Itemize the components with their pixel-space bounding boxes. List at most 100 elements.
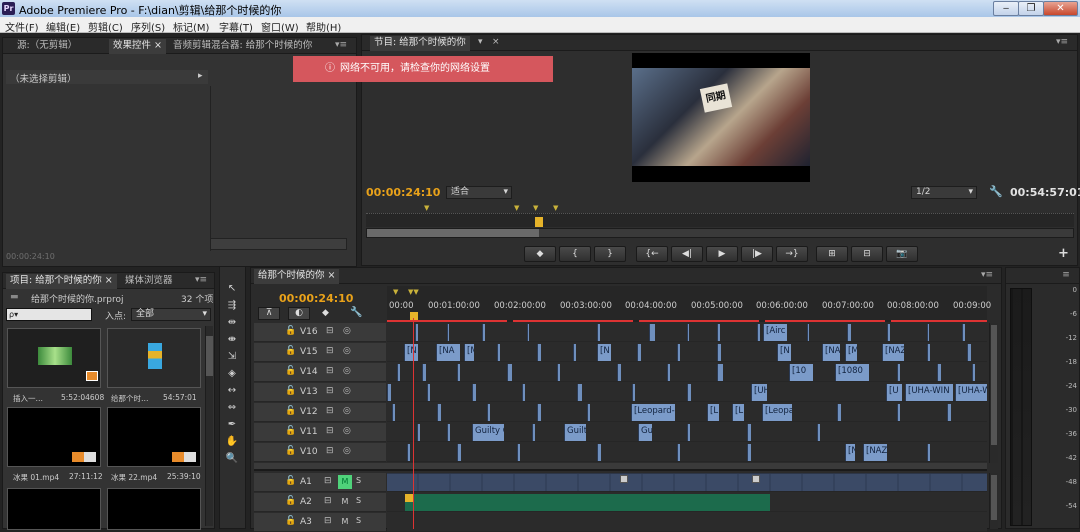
track-header-v10[interactable]: 🔓 V10 ⊟ ◎ [254,443,386,462]
sync-icon[interactable]: ⊟ [326,386,334,396]
eye-icon[interactable]: ◎ [343,386,351,396]
lock-icon[interactable]: 🔓 [285,516,296,526]
sync-icon[interactable]: ⊟ [326,426,334,436]
marker-icon[interactable]: ▼ [553,204,558,212]
menu-marker[interactable]: 标记(M) [173,19,209,34]
clip[interactable]: [10 [789,364,813,381]
extract-button[interactable]: ⊟ [851,246,883,262]
track-header-a3[interactable]: 🔓 A3 ⊟ M S [254,513,386,532]
project-scrollbar[interactable] [205,326,213,526]
marker-icon[interactable]: ▼ [514,204,519,212]
selection-tool-icon[interactable]: ↖ [224,281,240,296]
sync-icon[interactable]: ⊟ [326,326,334,336]
project-item-thumb[interactable] [107,488,201,530]
track-lane-a1[interactable] [387,473,987,492]
go-to-out-button[interactable]: →} [776,246,808,262]
clip[interactable]: [Leopard- [631,404,675,421]
razor-tool-icon[interactable]: ◈ [224,366,240,381]
sync-icon[interactable]: ⊟ [324,496,332,506]
menu-clip[interactable]: 剪辑(C) [88,19,123,34]
eye-icon[interactable]: ◎ [343,446,351,456]
project-menu-icon[interactable]: ▾≡ [193,275,209,286]
close-window-button[interactable]: ✕ [1043,1,1078,16]
timeline-settings-wrench-icon[interactable]: 🔧 [350,307,362,318]
program-zoom-bar[interactable] [366,228,1074,238]
lock-icon[interactable]: 🔓 [285,406,296,416]
sync-icon[interactable]: ⊟ [326,406,334,416]
project-item-thumb[interactable] [7,328,101,388]
sync-icon[interactable]: ⊟ [324,476,332,486]
track-header-v12[interactable]: 🔓 V12 ⊟ ◎ [254,403,386,422]
menu-window[interactable]: 窗口(W) [261,19,299,34]
rate-stretch-tool-icon[interactable]: ⇲ [224,349,240,364]
clip[interactable]: Gu [638,424,652,441]
track-divider[interactable] [254,463,987,471]
marker-icon[interactable]: ▼ [533,204,538,212]
pen-tool-icon[interactable]: ✒ [224,417,240,432]
sync-icon[interactable]: ⊟ [324,516,332,526]
menu-sequence[interactable]: 序列(S) [131,19,165,34]
clip[interactable]: Guilt [564,424,586,441]
mute-toggle[interactable]: M [338,495,352,509]
hand-tool-icon[interactable]: ✋ [224,434,240,449]
lock-icon[interactable]: 🔓 [285,326,296,336]
eye-icon[interactable]: ◎ [343,346,351,356]
export-frame-button[interactable]: 📷 [886,246,918,262]
quality-select[interactable]: 1/2 ▾ [911,186,977,199]
add-button[interactable]: + [1058,246,1069,261]
linked-selection-icon[interactable]: ◐ [288,307,310,320]
add-marker-button[interactable]: ◆ [524,246,556,262]
lock-icon[interactable]: 🔓 [285,476,296,486]
project-item-thumb[interactable] [7,488,101,530]
program-close-icon[interactable]: × [492,37,500,47]
track-select-tool-icon[interactable]: ⇶ [224,298,240,313]
clip[interactable]: [UHA-WIN [905,384,953,401]
tab-audio-clip-mixer[interactable]: 音频剪辑混合器: 给那个时候的你 [169,39,316,54]
mark-out-button[interactable]: } [594,246,626,262]
menu-title[interactable]: 字幕(T) [219,19,253,34]
eye-icon[interactable]: ◎ [343,366,351,376]
track-header-v11[interactable]: 🔓 V11 ⊟ ◎ [254,423,386,442]
fit-select[interactable]: 适合 ▾ [446,186,512,199]
marker-icon[interactable]: ▼▼ [408,288,419,296]
step-forward-button[interactable]: |▶ [741,246,773,262]
clip[interactable]: [UHA-W [955,384,987,401]
program-time-ruler[interactable] [366,213,1074,227]
menu-edit[interactable]: 编辑(E) [46,19,80,34]
eye-icon[interactable]: ◎ [343,406,351,416]
clip[interactable]: [NA [436,344,460,361]
track-header-v15[interactable]: 🔓 V15 ⊟ ◎ [254,343,386,362]
minimize-button[interactable]: ‒ [993,1,1019,16]
lock-icon[interactable]: 🔓 [285,346,296,356]
track-lane-v15[interactable]: [N [NA [M [N [N [NA [M [NAZ [387,343,987,362]
clip[interactable]: [NAZ [863,444,887,461]
track-header-a1[interactable]: 🔓 A1 ⊟ M S [254,473,386,492]
program-dropdown-icon[interactable]: ▾ [478,37,483,47]
clip[interactable]: [U [886,384,902,401]
solo-toggle[interactable]: S [356,476,361,485]
step-back-button[interactable]: ◀| [671,246,703,262]
tab-source[interactable]: 源:（无剪辑） [13,39,81,54]
go-to-in-button[interactable]: {← [636,246,668,262]
program-timecode[interactable]: 00:00:24:10 [366,186,440,199]
slip-tool-icon[interactable]: ↔ [224,383,240,398]
track-header-v14[interactable]: 🔓 V14 ⊟ ◎ [254,363,386,382]
clip[interactable]: [N [845,444,855,461]
maximize-button[interactable]: ❐ [1018,1,1044,16]
lock-icon[interactable]: 🔓 [285,446,296,456]
project-item-thumb[interactable] [107,407,201,467]
rolling-edit-tool-icon[interactable]: ⇼ [224,332,240,347]
add-marker-icon[interactable]: ◆ [322,308,329,318]
mark-in-button[interactable]: { [559,246,591,262]
marker-icon[interactable]: ▼ [393,288,398,296]
sync-icon[interactable]: ⊟ [326,366,334,376]
menu-help[interactable]: 帮助(H) [306,19,341,34]
tab-program[interactable]: 节目: 给那个时候的你 [370,36,470,51]
lock-icon[interactable]: 🔓 [285,426,296,436]
in-point-select[interactable]: 全部 ▾ [131,308,211,321]
track-lane-a3[interactable] [387,513,987,532]
lock-icon[interactable]: 🔓 [285,496,296,506]
sync-icon[interactable]: ⊟ [326,446,334,456]
ripple-edit-tool-icon[interactable]: ⇹ [224,315,240,330]
timeline-scrollbar[interactable] [989,323,998,463]
